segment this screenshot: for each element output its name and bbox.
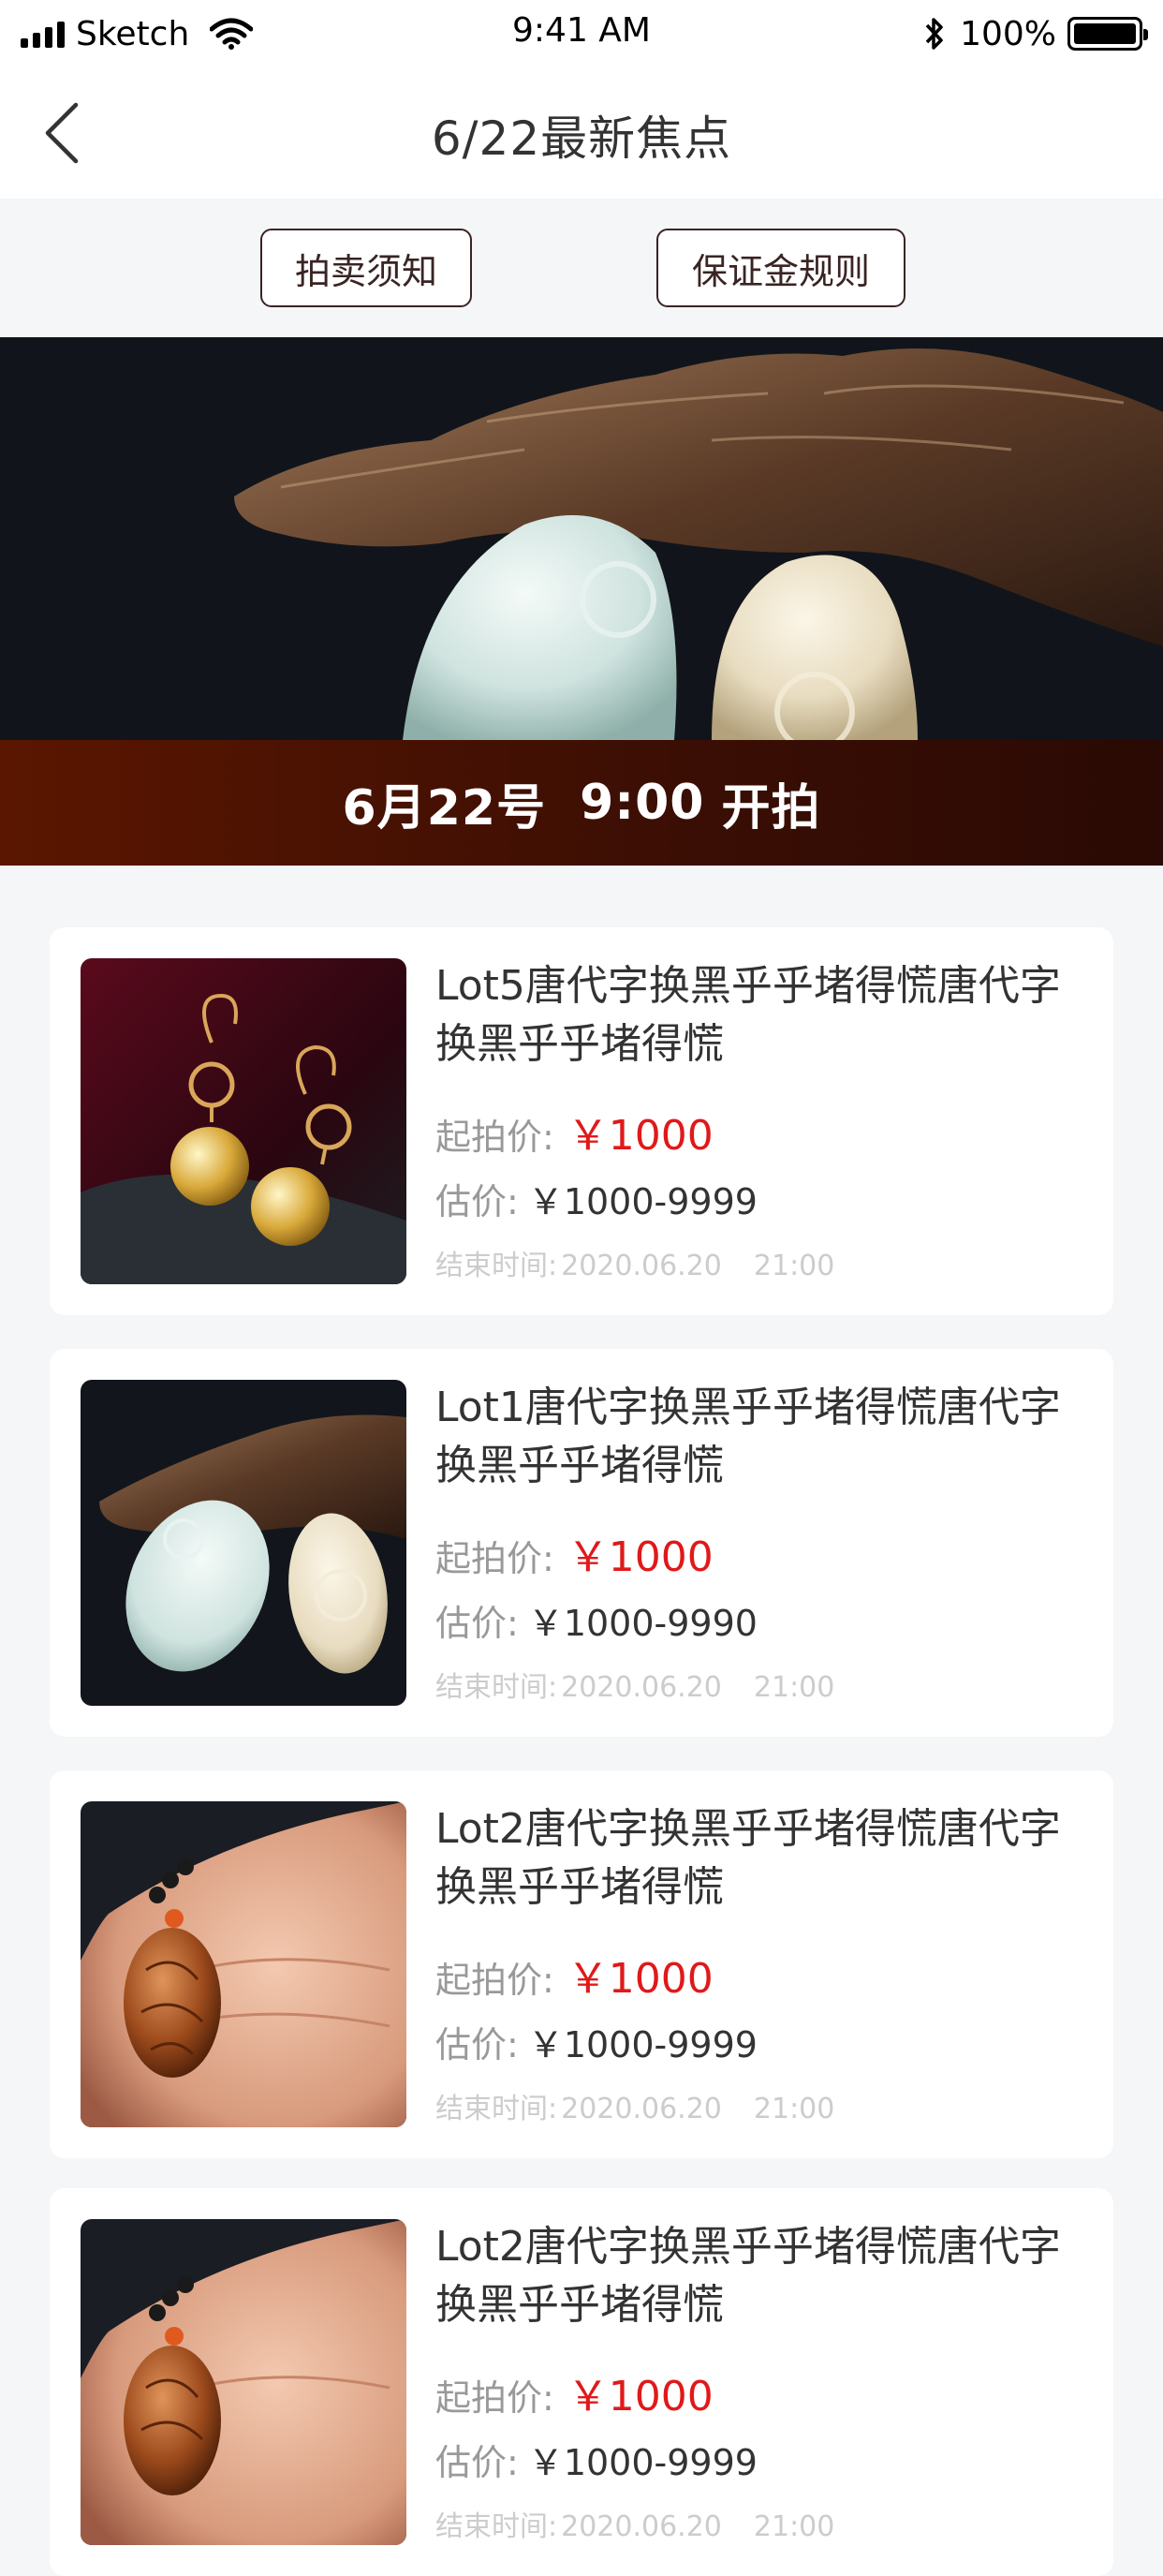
nav-bar: 6/22最新焦点 bbox=[0, 67, 1163, 199]
estimate-label: 估价: bbox=[435, 1181, 519, 1222]
end-time-label: 结束时间: bbox=[435, 1250, 558, 1282]
start-price-label: 起拍价: bbox=[435, 1117, 554, 1158]
page-title: 6/22最新焦点 bbox=[431, 111, 732, 166]
action-bar: 拍卖须知 保证金规则 bbox=[0, 199, 1163, 337]
lot-title: Lot2唐代字换黑乎乎堵得慌唐代字换黑乎乎堵得慌 bbox=[435, 1805, 1061, 1911]
estimate-row: 估价: ￥1000-9999 bbox=[435, 2434, 758, 2485]
status-bar: Sketch 9:41 AM 100% bbox=[0, 0, 1163, 67]
auction-rules-button[interactable]: 拍卖须知 bbox=[260, 229, 472, 307]
end-time: 21:00 bbox=[753, 2093, 835, 2125]
jade-on-wood-image bbox=[0, 337, 1163, 752]
estimate-price: ￥1000-9999 bbox=[527, 2024, 758, 2065]
start-price: ￥1000 bbox=[567, 2373, 714, 2421]
end-time: 21:00 bbox=[753, 2510, 835, 2543]
deposit-rules-button[interactable]: 保证金规则 bbox=[656, 229, 905, 307]
start-price-row: 起拍价: ￥1000 bbox=[435, 2362, 714, 2422]
end-time-label: 结束时间: bbox=[435, 2093, 558, 2125]
estimate-price: ￥1000-9999 bbox=[527, 2442, 758, 2483]
start-price-label: 起拍价: bbox=[435, 1538, 554, 1579]
end-time-label: 结束时间: bbox=[435, 2510, 558, 2543]
end-date: 2020.06.20 bbox=[561, 1250, 722, 1282]
lot-title: Lot5唐代字换黑乎乎堵得慌唐代字换黑乎乎堵得慌 bbox=[435, 962, 1061, 1068]
start-price-row: 起拍价: ￥1000 bbox=[435, 1945, 714, 2005]
auction-start-caption: 6月22号 9:00 开拍 bbox=[0, 740, 1163, 866]
start-price: ￥1000 bbox=[567, 1112, 714, 1160]
end-time: 21:00 bbox=[753, 1671, 835, 1704]
start-price: ￥1000 bbox=[567, 1955, 714, 2003]
estimate-price: ￥1000-9990 bbox=[527, 1603, 758, 1644]
lot-title: Lot2唐代字换黑乎乎堵得慌唐代字换黑乎乎堵得慌 bbox=[435, 2223, 1061, 2329]
estimate-label: 估价: bbox=[435, 2442, 519, 2483]
end-time-row: 结束时间: 2020.06.20 21:00 bbox=[435, 1242, 834, 1283]
end-time-row: 结束时间: 2020.06.20 21:00 bbox=[435, 2085, 834, 2126]
estimate-label: 估价: bbox=[435, 1603, 519, 1644]
bluetooth-icon bbox=[925, 18, 943, 50]
battery-percent: 100% bbox=[960, 14, 1056, 53]
battery-icon bbox=[1067, 17, 1148, 51]
pearl-earrings-image bbox=[81, 958, 406, 1284]
end-date: 2020.06.20 bbox=[561, 1671, 722, 1704]
start-price: ￥1000 bbox=[567, 1533, 714, 1581]
lot-card[interactable]: Lot1唐代字换黑乎乎堵得慌唐代字换黑乎乎堵得慌 起拍价: ￥1000 估价: … bbox=[50, 1349, 1113, 1737]
end-date: 2020.06.20 bbox=[561, 2510, 722, 2543]
estimate-row: 估价: ￥1000-9999 bbox=[435, 1173, 758, 1224]
status-right: 100% bbox=[922, 11, 1148, 56]
end-time: 21:00 bbox=[753, 1250, 835, 1282]
lot-card[interactable]: Lot2唐代字换黑乎乎堵得慌唐代字换黑乎乎堵得慌 起拍价: ￥1000 估价: … bbox=[50, 1770, 1113, 2158]
end-time-label: 结束时间: bbox=[435, 1671, 558, 1704]
start-price-row: 起拍价: ￥1000 bbox=[435, 1102, 714, 1162]
auction-action: 开拍 bbox=[721, 779, 821, 836]
estimate-price: ￥1000-9999 bbox=[527, 1181, 758, 1222]
auction-date: 6月22号 bbox=[342, 779, 547, 836]
end-date: 2020.06.20 bbox=[561, 2093, 722, 2125]
auction-time: 9:00 bbox=[580, 775, 705, 831]
carved-pendant-image bbox=[81, 2219, 406, 2545]
start-price-label: 起拍价: bbox=[435, 1960, 554, 2001]
end-time-row: 结束时间: 2020.06.20 21:00 bbox=[435, 2503, 834, 2544]
estimate-label: 估价: bbox=[435, 2024, 519, 2065]
carved-pendant-image bbox=[81, 1801, 406, 2127]
lot-title: Lot1唐代字换黑乎乎堵得慌唐代字换黑乎乎堵得慌 bbox=[435, 1384, 1061, 1489]
estimate-row: 估价: ￥1000-9990 bbox=[435, 1594, 758, 1646]
start-price-row: 起拍价: ￥1000 bbox=[435, 1523, 714, 1583]
jade-pendants-image bbox=[81, 1380, 406, 1706]
end-time-row: 结束时间: 2020.06.20 21:00 bbox=[435, 1664, 834, 1705]
estimate-row: 估价: ￥1000-9999 bbox=[435, 2016, 758, 2067]
start-price-label: 起拍价: bbox=[435, 2377, 554, 2419]
lot-card[interactable]: Lot5唐代字换黑乎乎堵得慌唐代字换黑乎乎堵得慌 起拍价: ￥1000 估价: … bbox=[50, 927, 1113, 1315]
